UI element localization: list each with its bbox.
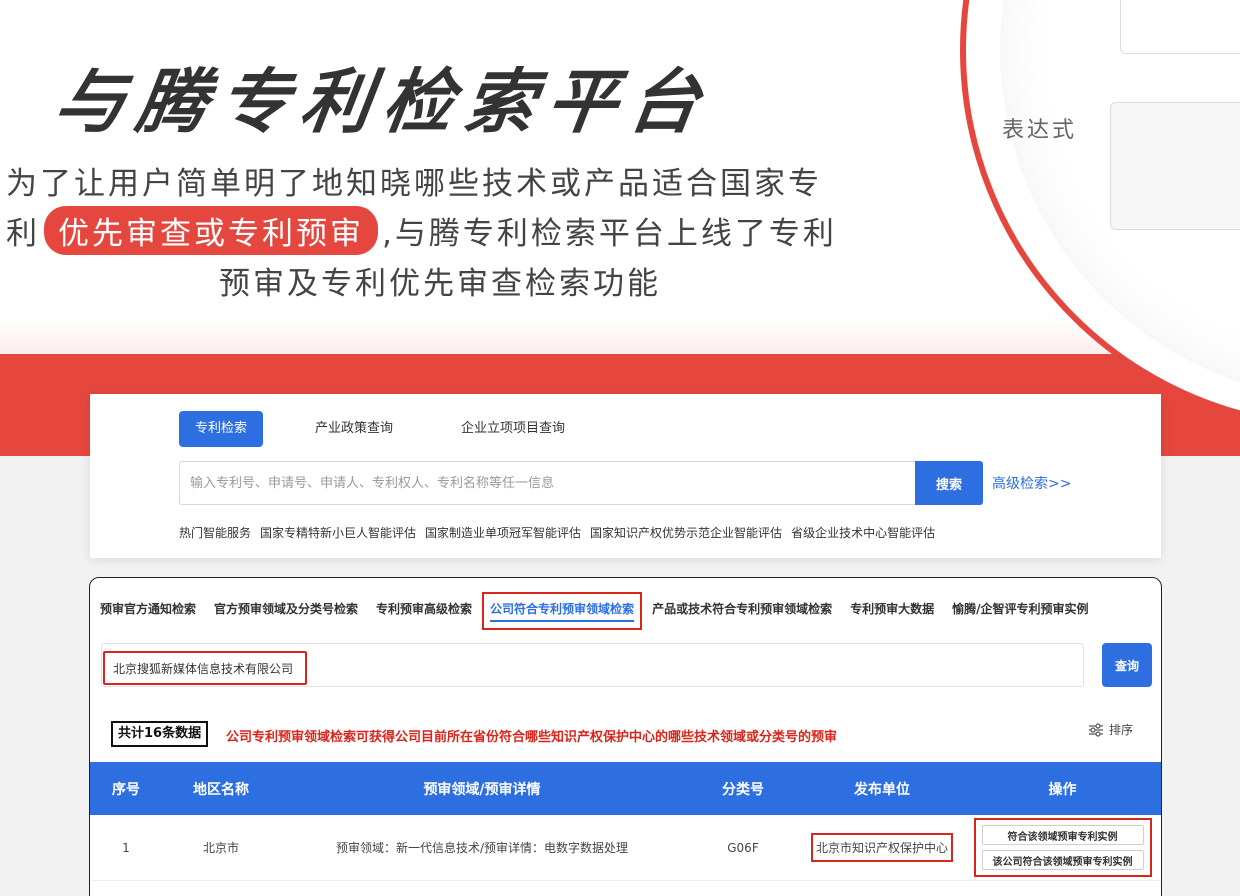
hero-line-3: 预审及专利优先审查检索功能 [219, 266, 661, 302]
hot-services-label: 热门智能服务 [179, 526, 252, 540]
hero-line-2-suffix: ,与腾专利检索平台上线了专利 [382, 216, 837, 252]
cell-class: G06F [727, 840, 759, 855]
tab-official-notice[interactable]: 预审官方通知检索 [100, 600, 196, 622]
mock-expression-field [1110, 102, 1240, 230]
result-description: 公司专利预审领域检索可获得公司目前所在省份符合哪些知识产权保护中心的哪些技术领域… [226, 730, 838, 745]
company-input-wrap [101, 643, 1084, 687]
tab-patent-search[interactable]: 专利检索 [179, 411, 264, 447]
mock-field-top [1120, 0, 1240, 54]
hot-item-tech-center[interactable]: 省级企业技术中心智能评估 [791, 524, 935, 541]
cell-field: 预审领域：新一代信息技术/预审详情：电数字数据处理 [335, 841, 629, 855]
cell-unit: 北京市知识产权保护中心 [802, 815, 962, 880]
preexam-tabs: 预审官方通知检索 官方预审领域及分类号检索 专利预审高级检索 公司符合专利预审领… [100, 592, 1106, 630]
operation-group: 符合该领域预审专利实例 该公司符合该领域预审专利实例 [973, 818, 1152, 877]
hero-banner: 表达式 与腾专利检索平台 为了让用户简单明了地知晓哪些技术或产品适合国家专 利优… [0, 0, 1240, 456]
th-unit: 发布单位 [854, 781, 910, 798]
sort-label: 排序 [1109, 723, 1134, 737]
tab-enterprise-project[interactable]: 企业立项项目查询 [445, 411, 581, 447]
hero-line-2-prefix: 利 [6, 216, 40, 252]
hot-item-little-giant[interactable]: 国家专精特新小巨人智能评估 [260, 524, 416, 541]
table-header: 序号 地区名称 预审领域/预审详情 分类号 发布单位 操作 [90, 762, 1161, 815]
cell-region: 北京市 [202, 841, 239, 855]
hero-highlight-pill: 优先审查或专利预审 [44, 206, 378, 255]
hero-line-2: 利优先审查或专利预审 ,与腾专利检索平台上线了专利 [6, 206, 886, 255]
th-operation: 操作 [1048, 781, 1077, 798]
cell-operation: 符合该领域预审专利实例 该公司符合该领域预审专利实例 [962, 815, 1161, 880]
hero-title: 与腾专利检索平台 [49, 61, 717, 143]
result-count: 共计16条数据 [111, 721, 209, 747]
result-card: 预审官方通知检索 官方预审领域及分类号检索 专利预审高级检索 公司符合专利预审领… [89, 577, 1162, 896]
company-input[interactable] [103, 651, 307, 685]
unit-label: 北京市知识产权保护中心 [810, 833, 953, 862]
th-class: 分类号 [722, 781, 764, 798]
hero-line-1: 为了让用户简单明了地知晓哪些技术或产品适合国家专 [6, 166, 822, 202]
tab-company-field[interactable]: 公司符合专利预审领域检索 [482, 592, 643, 630]
mock-expression-label: 表达式 [1002, 118, 1078, 143]
search-tabs: 专利检索 产业政策查询 企业立项项目查询 [179, 411, 617, 447]
tab-product-tech-field[interactable]: 产品或技术符合专利预审领域检索 [652, 600, 832, 622]
tab-official-field-class[interactable]: 官方预审领域及分类号检索 [214, 600, 358, 622]
sort-button[interactable]: 排序 [1088, 721, 1133, 738]
tab-preexam-examples[interactable]: 愉腾/企智评专利预审实例 [952, 600, 1088, 622]
tab-industry-policy[interactable]: 产业政策查询 [299, 411, 409, 447]
advanced-search-link[interactable]: 高级检索>> [992, 473, 1071, 493]
th-field: 预审领域/预审详情 [423, 781, 541, 798]
sort-icon [1089, 722, 1103, 737]
search-input[interactable] [179, 461, 915, 505]
search-row: 搜索 高级检索>> [179, 461, 1071, 505]
hot-item-ip-advantage[interactable]: 国家知识产权优势示范企业智能评估 [590, 524, 782, 541]
tab-preexam-bigdata[interactable]: 专利预审大数据 [850, 600, 934, 622]
company-field-examples-button[interactable]: 该公司符合该领域预审专利实例 [981, 850, 1144, 870]
query-button[interactable]: 查询 [1102, 643, 1152, 687]
tab-advanced-preexam[interactable]: 专利预审高级检索 [376, 600, 472, 622]
search-card: 专利检索 产业政策查询 企业立项项目查询 搜索 高级检索>> 热门智能服务 国家… [90, 394, 1161, 558]
search-button[interactable]: 搜索 [915, 461, 983, 505]
hot-item-single-champion[interactable]: 国家制造业单项冠军智能评估 [425, 524, 581, 541]
hot-services: 热门智能服务 国家专精特新小巨人智能评估 国家制造业单项冠军智能评估 国家知识产… [179, 524, 944, 541]
th-index: 序号 [112, 781, 140, 798]
th-region: 地区名称 [193, 781, 249, 798]
field-examples-button[interactable]: 符合该领域预审专利实例 [981, 825, 1144, 845]
hero-fade [0, 318, 1240, 358]
table-row: 1 北京市 预审领域：新一代信息技术/预审详情：电数字数据处理 G06F 北京市… [90, 815, 1161, 881]
cell-index: 1 [122, 840, 130, 855]
